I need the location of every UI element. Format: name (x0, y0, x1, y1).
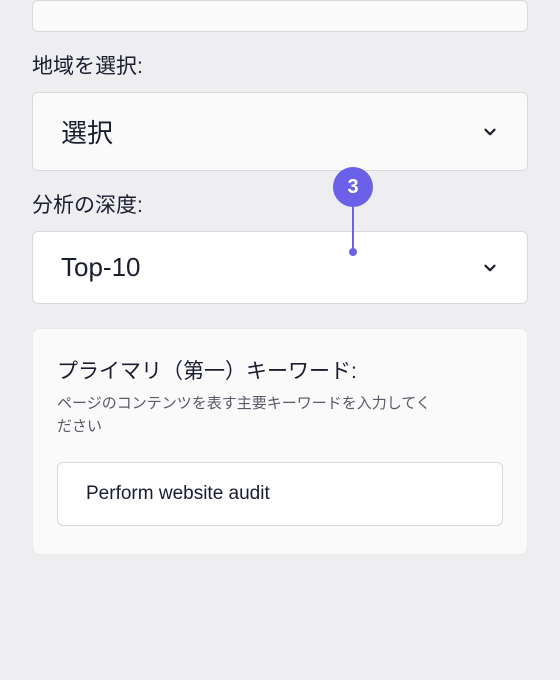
depth-select-value: Top-10 (61, 252, 141, 283)
chevron-down-icon (481, 259, 499, 277)
depth-select[interactable]: Top-10 (32, 231, 528, 304)
primary-keyword-description: ページのコンテンツを表す主要キーワードを入力してください (57, 393, 437, 438)
chevron-down-icon (481, 123, 499, 141)
region-select-value: 選択 (61, 113, 113, 150)
primary-keyword-card: プライマリ（第一）キーワード: ページのコンテンツを表す主要キーワードを入力して… (32, 328, 528, 555)
region-select[interactable]: 選択 (32, 92, 528, 171)
primary-keyword-input[interactable] (57, 462, 503, 526)
top-input[interactable] (32, 0, 528, 32)
depth-label: 分析の深度: (32, 189, 528, 219)
region-label: 地域を選択: (32, 50, 528, 80)
primary-keyword-title: プライマリ（第一）キーワード: (57, 355, 503, 385)
